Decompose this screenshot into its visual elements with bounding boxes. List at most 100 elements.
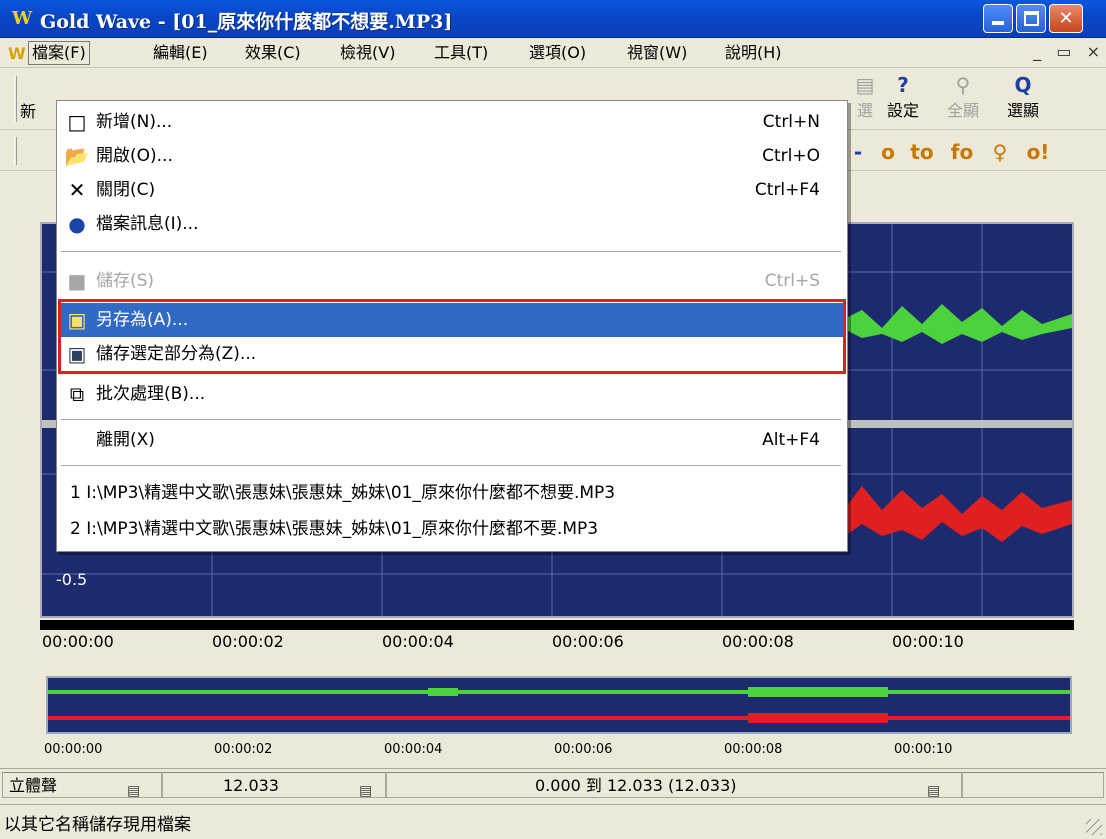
menu-item-save[interactable]: ■ 儲存(S) Ctrl+S bbox=[58, 264, 846, 298]
status-extra bbox=[962, 772, 1104, 798]
menu-options[interactable]: 選項(O) bbox=[526, 41, 589, 65]
overview-time-label: 00:00:06 bbox=[554, 742, 613, 757]
close-window-button[interactable]: ✕ bbox=[1049, 4, 1083, 33]
status-length: 12.033 ▤ bbox=[162, 772, 386, 798]
menu-item-file-info[interactable]: ● 檔案訊息(I)... bbox=[58, 207, 846, 241]
menu-edit[interactable]: 編輯(E) bbox=[150, 41, 211, 65]
toolbar2-o-bang-icon[interactable]: o! bbox=[1024, 138, 1052, 166]
status-length-icon: ▤ bbox=[359, 783, 373, 798]
time-label: 00:00:08 bbox=[722, 632, 794, 651]
recent-file-1[interactable]: 1 I:\MP3\精選中文歌\張惠妹\張惠妹_姊妹\01_原來你什麼都不想要.M… bbox=[70, 477, 615, 509]
menu-item-exit[interactable]: 離開(X) Alt+F4 bbox=[58, 423, 846, 457]
menu-item-label: 關閉(C) bbox=[96, 180, 156, 200]
overview-time-label: 00:00:00 bbox=[44, 742, 103, 757]
info-icon: ● bbox=[68, 212, 86, 236]
menu-separator bbox=[61, 251, 841, 253]
status-message: 以其它名稱儲存現用檔案 bbox=[4, 815, 191, 835]
time-label: 00:00:10 bbox=[892, 632, 964, 651]
toolbar2-fo-icon[interactable]: fo bbox=[948, 138, 976, 166]
status-selection-icon: ▤ bbox=[927, 783, 941, 798]
menu-tools[interactable]: 工具(T) bbox=[431, 41, 491, 65]
batch-icon: ⧉ bbox=[69, 382, 85, 406]
save-icon: ■ bbox=[67, 269, 87, 293]
overview-time-label: 00:00:02 bbox=[214, 742, 273, 757]
menu-item-shortcut: Ctrl+S bbox=[764, 271, 820, 291]
menu-item-label: 離開(X) bbox=[96, 430, 155, 450]
left-channel-wave bbox=[842, 304, 1072, 344]
menu-item-close[interactable]: ✕ 關閉(C) Ctrl+F4 bbox=[58, 173, 846, 207]
toolbar2-to-icon[interactable]: to bbox=[908, 138, 936, 166]
menu-item-save-as[interactable]: ▣ 另存為(A)... bbox=[58, 303, 846, 337]
mdi-controls[interactable]: _ ▭ × bbox=[1033, 42, 1100, 61]
settings-icon: ? bbox=[897, 73, 909, 97]
zoom-selection-icon: Q bbox=[1014, 73, 1032, 97]
resize-grip-icon[interactable] bbox=[1086, 819, 1102, 835]
menu-effects[interactable]: 效果(C) bbox=[242, 41, 304, 65]
menu-window[interactable]: 視窗(W) bbox=[624, 41, 690, 65]
time-label: 00:00:04 bbox=[382, 632, 454, 651]
menu-item-new[interactable]: □ 新增(N)... Ctrl+N bbox=[58, 105, 846, 139]
menu-bar: W 檔案(F) 編輯(E) 效果(C) 檢視(V) 工具(T) 選項(O) 視窗… bbox=[0, 38, 1106, 68]
settings-label: 設定 bbox=[886, 101, 919, 120]
timeline-ruler[interactable]: 00:00:00 00:00:02 00:00:04 00:00:06 00:0… bbox=[40, 620, 1074, 658]
save-as-icon: ▣ bbox=[67, 308, 87, 332]
save-selection-icon: ▣ bbox=[67, 342, 87, 366]
settings-button[interactable]: ? 設定 bbox=[880, 73, 926, 125]
document-icon[interactable]: W bbox=[8, 44, 26, 63]
toolbar2-dash-icon[interactable]: - bbox=[844, 138, 872, 166]
open-folder-icon: 📂 bbox=[64, 144, 90, 168]
message-bar: 以其它名稱儲存現用檔案 bbox=[0, 804, 1106, 839]
maximize-button[interactable] bbox=[1016, 4, 1046, 33]
close-icon: ✕ bbox=[68, 178, 86, 202]
zoom-selection-button[interactable]: Q 選顯 bbox=[1000, 73, 1046, 125]
new-button-partial[interactable]: 新 bbox=[20, 98, 36, 122]
recent-file-2[interactable]: 2 I:\MP3\精選中文歌\張惠妹\張惠妹_姊妹\01_原來你什麼都不要.MP… bbox=[70, 513, 598, 545]
menu-item-batch[interactable]: ⧉ 批次處理(B)... bbox=[58, 377, 846, 411]
status-bar: 立體聲 ▤ 12.033 ▤ 0.000 到 12.033 (12.033) ▤ bbox=[0, 768, 1106, 802]
menu-item-label: 開啟(O)... bbox=[96, 146, 173, 166]
new-file-icon: □ bbox=[67, 110, 87, 134]
toolbar2-grip[interactable] bbox=[14, 137, 17, 165]
toolbar2-marker-icon[interactable]: ♀ bbox=[986, 138, 1014, 166]
status-channel-text: 立體聲 bbox=[9, 776, 58, 795]
amplitude-label: -0.5 bbox=[56, 570, 88, 589]
menu-file[interactable]: 檔案(F) bbox=[28, 41, 90, 65]
time-label: 00:00:06 bbox=[552, 632, 624, 651]
menu-item-shortcut: Ctrl+O bbox=[762, 146, 820, 166]
menu-item-shortcut: Ctrl+F4 bbox=[754, 180, 820, 200]
time-label: 00:00:00 bbox=[42, 632, 114, 651]
app-logo-icon: W bbox=[12, 8, 33, 29]
overview-time-label: 00:00:10 bbox=[894, 742, 953, 757]
menu-separator bbox=[61, 465, 841, 467]
overview-ruler: 00:00:00 00:00:02 00:00:04 00:00:06 00:0… bbox=[40, 736, 1074, 766]
menu-separator bbox=[61, 419, 841, 421]
menu-item-label: 另存為(A)... bbox=[96, 310, 189, 330]
select-label: 選 bbox=[856, 101, 873, 120]
overview-time-label: 00:00:04 bbox=[384, 742, 443, 757]
overview-waveform[interactable] bbox=[46, 676, 1072, 734]
show-all-button[interactable]: ⚲ 全顯 bbox=[940, 73, 986, 125]
file-menu-dropdown: □ 新增(N)... Ctrl+N 📂 開啟(O)... Ctrl+O ✕ 關閉… bbox=[56, 100, 848, 552]
selection-bar[interactable] bbox=[40, 620, 1074, 630]
show-all-icon: ⚲ bbox=[955, 73, 971, 97]
menu-item-save-selection[interactable]: ▣ 儲存選定部分為(Z)... bbox=[58, 337, 846, 371]
toolbar2-o-icon[interactable]: o bbox=[874, 138, 902, 166]
toolbar-grip[interactable] bbox=[14, 76, 17, 122]
menu-item-open[interactable]: 📂 開啟(O)... Ctrl+O bbox=[58, 139, 846, 173]
status-selection: 0.000 到 12.033 (12.033) ▤ bbox=[386, 772, 962, 798]
zoom-selection-label: 選顯 bbox=[1006, 101, 1039, 120]
overview-time-label: 00:00:08 bbox=[724, 742, 783, 757]
menu-item-shortcut: Alt+F4 bbox=[762, 430, 820, 450]
status-selection-text: 0.000 到 12.033 (12.033) bbox=[535, 776, 737, 795]
title-bar[interactable]: W Gold Wave - [01_原來你什麼都不想要.MP3] ✕ bbox=[0, 0, 1106, 38]
minimize-button[interactable] bbox=[983, 4, 1013, 33]
menu-item-label: 批次處理(B)... bbox=[96, 384, 206, 404]
close-icon: ✕ bbox=[1058, 8, 1074, 29]
time-label: 00:00:02 bbox=[212, 632, 284, 651]
window-title: Gold Wave - [01_原來你什麼都不想要.MP3] bbox=[40, 11, 453, 33]
menu-item-label: 儲存(S) bbox=[96, 271, 155, 291]
menu-help[interactable]: 說明(H) bbox=[722, 41, 785, 65]
menu-view[interactable]: 檢視(V) bbox=[337, 41, 398, 65]
menu-item-label: 檔案訊息(I)... bbox=[96, 214, 199, 234]
minimize-icon bbox=[992, 21, 1004, 25]
